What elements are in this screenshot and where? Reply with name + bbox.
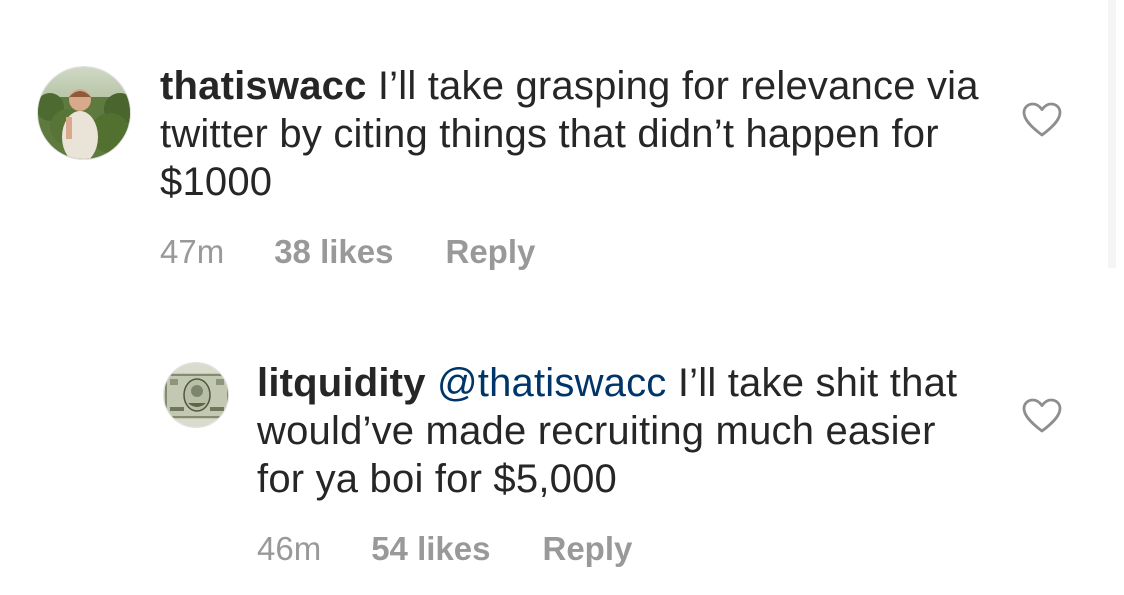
likes-count-link[interactable]: 54 likes [371,529,490,569]
comment-text: litquidity @thatiswacc I’ll take shit th… [257,359,977,503]
user-avatar-photo-icon [38,67,130,159]
comment-timestamp: 46m [257,530,322,567]
comment-timestamp: 47m [160,233,225,270]
dollar-bill-avatar-icon [164,363,228,427]
mention-link[interactable]: @thatiswacc [437,361,667,405]
avatar[interactable] [163,362,229,428]
scrollbar-track[interactable] [1108,0,1116,268]
comment-username[interactable]: litquidity [257,361,426,405]
comment-username[interactable]: thatiswacc [160,64,367,108]
heart-outline-icon[interactable] [1022,398,1062,434]
comment-text: thatiswacc I’ll take grasping for releva… [160,62,980,206]
reply-button[interactable]: Reply [445,232,535,272]
comment-meta: 46m 54 likes Reply [257,529,632,569]
heart-outline-icon[interactable] [1022,102,1062,138]
comment-meta: 47m 38 likes Reply [160,232,535,272]
avatar[interactable] [37,66,131,160]
likes-count-link[interactable]: 38 likes [274,232,393,272]
reply-button[interactable]: Reply [542,529,632,569]
